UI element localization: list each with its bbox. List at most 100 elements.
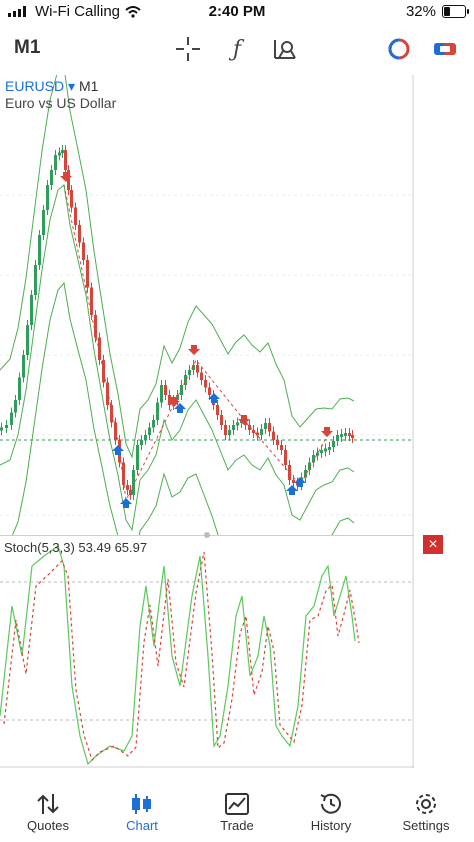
candle-body	[224, 425, 227, 435]
candle-body	[268, 423, 271, 432]
trade-icon	[225, 793, 249, 815]
nav-chart-label: Chart	[126, 818, 158, 833]
stochastic-panel[interactable]	[0, 536, 414, 768]
candle-body	[232, 425, 235, 430]
candle-body	[220, 415, 223, 425]
candle-body	[42, 210, 45, 235]
candle-body	[344, 433, 347, 436]
candle-body	[264, 423, 267, 429]
sell-arrow-icon	[238, 415, 250, 425]
bottom-nav: Quotes Chart Trade History Settings	[0, 790, 474, 842]
candle-body	[38, 235, 41, 265]
candle-body	[132, 470, 135, 495]
candle-body	[228, 430, 231, 435]
nav-settings-label: Settings	[402, 818, 450, 833]
candle-body	[208, 387, 211, 395]
symbol-description: Euro vs US Dollar	[5, 95, 117, 111]
candle-body	[144, 435, 147, 440]
chart-icon	[132, 794, 151, 814]
status-bar: Wi-Fi Calling 2:40 PM 32%	[0, 0, 474, 24]
candle-body	[280, 445, 283, 450]
candle-body	[284, 450, 287, 465]
battery-percent: 32%	[405, 3, 436, 20]
candle-body	[324, 448, 327, 452]
nav-chart[interactable]: Chart	[102, 790, 182, 833]
stochastic-main-line	[0, 545, 356, 766]
objects-icon[interactable]	[270, 34, 300, 64]
crosshair-icon[interactable]	[173, 34, 203, 64]
timeframe-button[interactable]: M1	[14, 37, 40, 59]
stochastic-signal-line	[3, 551, 360, 762]
candle-body	[26, 325, 29, 355]
candle-body	[10, 412, 13, 425]
nav-settings[interactable]: Settings	[386, 790, 466, 833]
candle-body	[256, 432, 259, 436]
buy-arrow-icon	[112, 445, 124, 455]
candle-body	[204, 380, 207, 388]
candle-body	[34, 265, 37, 295]
price-chart[interactable]	[0, 75, 414, 535]
candle-body	[78, 225, 81, 243]
oneclick-icon[interactable]	[384, 34, 414, 64]
candle-body	[22, 355, 25, 378]
candle-body	[332, 441, 335, 447]
candle-body	[160, 385, 163, 403]
candle-body	[164, 385, 167, 395]
sell-arrow-icon	[188, 345, 200, 355]
candle-body	[61, 150, 64, 153]
nav-quotes[interactable]: Quotes	[8, 790, 88, 833]
candle-body	[74, 207, 77, 225]
candle-body	[200, 372, 203, 380]
candle-body	[351, 435, 354, 438]
candle-body	[86, 260, 89, 288]
candle-body	[64, 150, 67, 170]
stochastic-label: Stoch(5,3,3) 53.49 65.97	[4, 540, 148, 555]
chart-symbol[interactable]: EURUSD ▾ M1	[5, 78, 98, 95]
candle-body	[58, 152, 61, 156]
nav-quotes-label: Quotes	[27, 818, 69, 833]
symbol-dropdown-icon[interactable]: ▾	[68, 78, 75, 94]
candle-body	[156, 402, 159, 420]
settings-icon	[416, 794, 436, 814]
candle-body	[260, 429, 263, 435]
candle-body	[276, 440, 279, 445]
candle-body	[82, 242, 85, 260]
nav-trade[interactable]: Trade	[197, 790, 277, 833]
candle-body	[5, 425, 8, 428]
candle-body	[14, 400, 17, 413]
chart-timeframe: M1	[78, 78, 99, 94]
candle-body	[30, 295, 33, 325]
candle-body	[136, 445, 139, 470]
candle-body	[46, 185, 49, 210]
candle-body	[328, 447, 331, 450]
chart-toolbar: M1 ƒ	[0, 28, 474, 72]
trade-toggle-icon[interactable]	[430, 34, 460, 64]
sell-arrow-icon	[60, 172, 72, 182]
close-indicator-button[interactable]: ×	[423, 535, 443, 554]
quotes-icon	[37, 794, 59, 814]
candle-body	[114, 422, 117, 440]
candle-body	[70, 190, 73, 208]
candle-body	[126, 485, 129, 490]
candle-body	[236, 422, 239, 426]
buy-arrow-icon	[286, 485, 298, 495]
candle-body	[148, 427, 151, 435]
indicator-icon[interactable]: ƒ	[222, 34, 252, 64]
candle-body	[0, 427, 3, 431]
candle-body	[348, 433, 351, 436]
symbol-name: EURUSD	[5, 78, 65, 94]
candle-body	[102, 360, 105, 383]
nav-history[interactable]: History	[291, 790, 371, 833]
candle-body	[216, 405, 219, 415]
candle-body	[18, 377, 21, 400]
candle-body	[140, 440, 143, 445]
candle-body	[336, 435, 339, 441]
candle-body	[50, 170, 53, 185]
candle-body	[110, 405, 113, 423]
candle-body	[320, 450, 323, 453]
candle-body	[54, 155, 57, 170]
clock: 2:40 PM	[208, 3, 266, 20]
nav-trade-label: Trade	[220, 818, 254, 833]
candle-body	[196, 365, 199, 373]
history-icon	[320, 793, 341, 814]
